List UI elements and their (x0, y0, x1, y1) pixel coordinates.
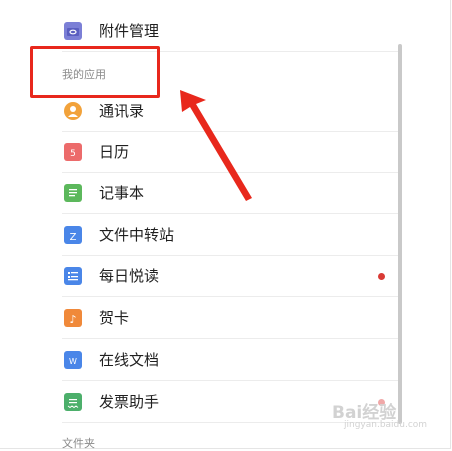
annotation-arrow-icon (180, 90, 252, 201)
watermark-url: jingyan.baidu.com (344, 420, 428, 430)
